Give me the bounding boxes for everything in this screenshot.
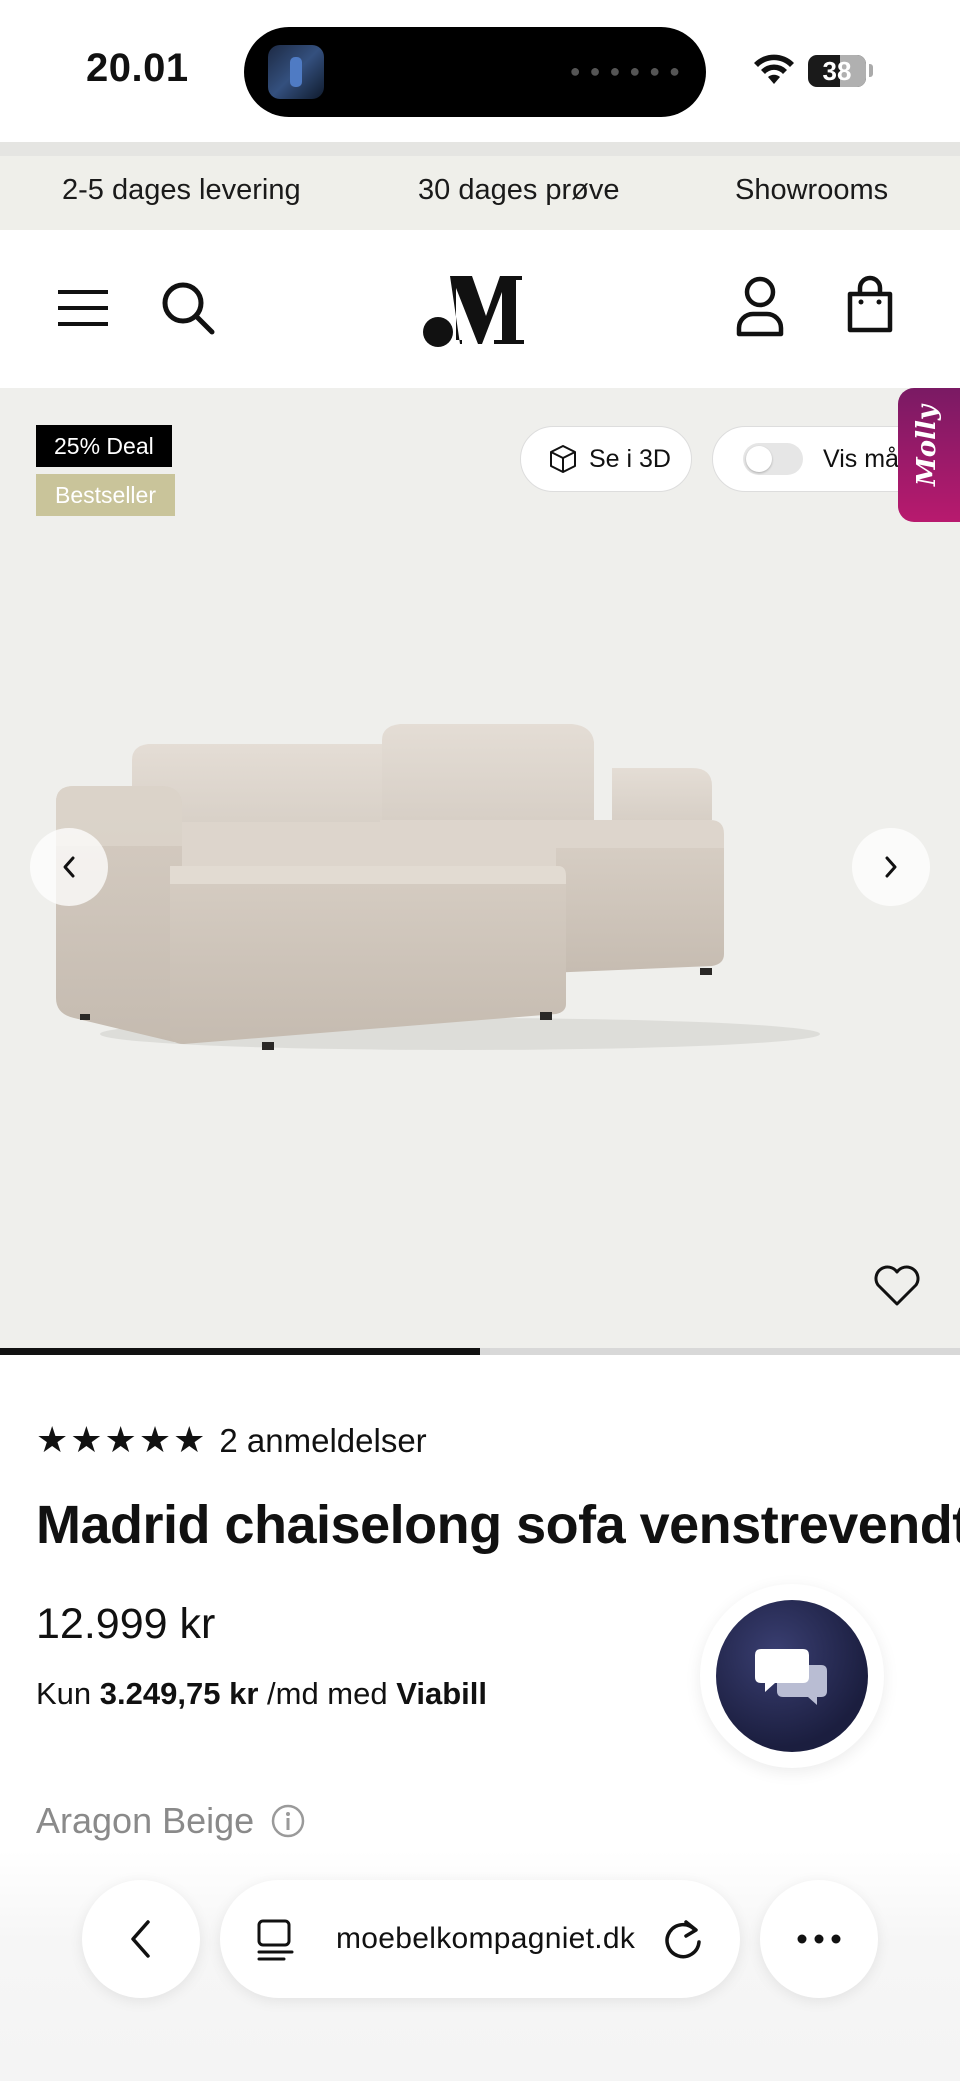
reload-icon[interactable] bbox=[662, 1916, 704, 1962]
deal-badge: 25% Deal bbox=[36, 425, 172, 467]
now-playing-thumbnail bbox=[268, 45, 324, 99]
browser-more-button[interactable] bbox=[760, 1880, 878, 1998]
finance-offer: Kun 3.249,75 kr /md med Viabill bbox=[36, 1676, 487, 1712]
site-logo[interactable] bbox=[420, 268, 540, 348]
finance-amount: 3.249,75 kr bbox=[99, 1676, 259, 1711]
address-bar[interactable]: moebelkompagniet.dk bbox=[220, 1880, 740, 1998]
view-3d-label: Se i 3D bbox=[589, 444, 671, 473]
usp-delivery[interactable]: 2-5 dages levering bbox=[62, 174, 301, 207]
usp-trial[interactable]: 30 dages prøve bbox=[418, 174, 620, 207]
chevron-left-icon bbox=[131, 1920, 150, 1958]
status-time: 20.01 bbox=[86, 46, 189, 90]
cart-icon[interactable] bbox=[846, 274, 894, 336]
menu-icon[interactable] bbox=[56, 286, 110, 330]
header-divider bbox=[0, 142, 960, 156]
search-icon[interactable] bbox=[160, 280, 216, 336]
gallery-progress-fill bbox=[0, 1348, 480, 1355]
usp-showrooms[interactable]: Showrooms bbox=[735, 174, 888, 207]
chat-widget[interactable] bbox=[700, 1584, 884, 1768]
info-icon[interactable] bbox=[270, 1803, 306, 1839]
molly-label: Molly bbox=[912, 405, 942, 486]
product-price: 12.999 kr bbox=[36, 1600, 216, 1648]
finance-prefix: Kun bbox=[36, 1676, 92, 1711]
view-3d-button[interactable]: Se i 3D bbox=[520, 426, 692, 492]
status-bar: 20.01 ● ● ● ● ● ● 38 bbox=[0, 0, 960, 142]
gallery-prev-button[interactable] bbox=[30, 828, 108, 906]
bestseller-badge: Bestseller bbox=[36, 474, 175, 516]
chevron-left-icon bbox=[63, 856, 75, 878]
battery-tip bbox=[869, 64, 873, 77]
finance-middle: /md med bbox=[267, 1676, 388, 1711]
battery-level: 38 bbox=[822, 55, 852, 86]
dynamic-island: ● ● ● ● ● ● bbox=[244, 27, 706, 117]
star-rating: ★★★★★ bbox=[36, 1420, 208, 1461]
product-gallery[interactable]: 25% Deal Bestseller Se i 3D Vis mål Moll… bbox=[0, 388, 960, 1350]
gallery-next-button[interactable] bbox=[852, 828, 930, 906]
molly-assistant-tab[interactable]: Molly bbox=[898, 388, 960, 522]
wifi-icon bbox=[754, 54, 794, 84]
cube-icon bbox=[550, 445, 576, 473]
chevron-right-icon bbox=[885, 856, 897, 878]
finance-provider: Viabill bbox=[396, 1676, 487, 1711]
variant-selector[interactable]: Aragon Beige bbox=[36, 1800, 306, 1842]
reader-mode-icon[interactable] bbox=[256, 1918, 296, 1962]
usp-bar: 2-5 dages levering 30 dages prøve Showro… bbox=[0, 156, 960, 230]
product-title: Madrid chaiselong sofa venstrevendt bbox=[36, 1495, 960, 1555]
gallery-progress bbox=[0, 1348, 960, 1355]
product-rating[interactable]: ★★★★★ 2 anmeldelser bbox=[36, 1420, 427, 1461]
chat-bubbles-icon bbox=[755, 1649, 827, 1705]
product-image bbox=[56, 724, 820, 1050]
wishlist-heart-icon[interactable] bbox=[872, 1264, 922, 1308]
review-count[interactable]: 2 anmeldelser bbox=[219, 1422, 426, 1460]
browser-back-button[interactable] bbox=[82, 1880, 200, 1998]
account-icon[interactable] bbox=[736, 276, 784, 338]
more-dots-icon bbox=[797, 1934, 841, 1944]
measurements-label: Vis mål bbox=[823, 444, 905, 473]
island-activity-dots: ● ● ● ● ● ● bbox=[569, 61, 682, 81]
site-header bbox=[0, 230, 960, 388]
variant-name: Aragon Beige bbox=[36, 1800, 255, 1841]
chat-button[interactable] bbox=[716, 1600, 868, 1752]
url-text[interactable]: moebelkompagniet.dk bbox=[336, 1922, 636, 1956]
measurements-switch[interactable] bbox=[743, 443, 803, 475]
battery-icon: 38 bbox=[808, 55, 866, 87]
